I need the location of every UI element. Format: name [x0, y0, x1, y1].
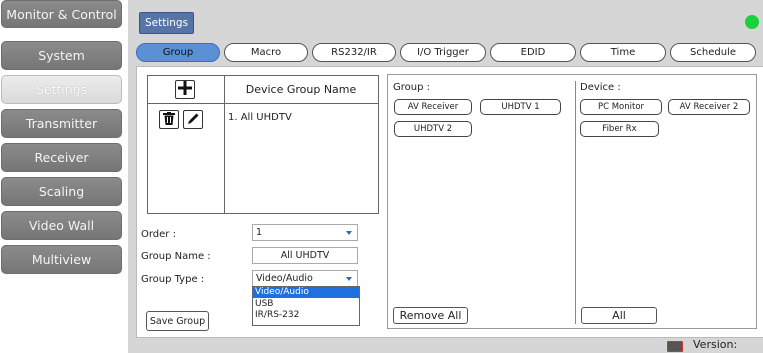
tab-rs232-ir[interactable]: RS232/IR [312, 43, 396, 62]
sidebar-item-label: Video Wall [28, 218, 95, 233]
dropdown-option-usb[interactable]: USB [253, 299, 359, 310]
edit-group-button[interactable] [183, 110, 203, 129]
order-label: Order : [141, 229, 176, 240]
version-label: Version: [693, 338, 738, 351]
sidebar: Monitor & Control System Settings Transm… [0, 0, 127, 353]
trash-icon [163, 111, 175, 128]
tab-edid[interactable]: EDID [490, 43, 576, 62]
group-settings-panel: Device Group Name 1. All UHDTV Order : 1… [136, 66, 763, 338]
tab-schedule[interactable]: Schedule [670, 43, 756, 62]
table-divider [148, 103, 378, 104]
device-chip-pc-monitor[interactable]: PC Monitor [580, 99, 662, 115]
tab-group[interactable]: Group [136, 43, 220, 62]
tab-time[interactable]: Time [580, 43, 666, 62]
add-all-button[interactable]: All [581, 307, 657, 324]
sidebar-item-label: Settings [35, 82, 88, 97]
group-name-field[interactable]: All UHDTV [252, 247, 358, 264]
keyboard-icon [667, 341, 683, 352]
list-item[interactable]: 1. All UHDTV [228, 112, 292, 123]
sidebar-item-receiver[interactable]: Receiver [1, 143, 122, 172]
group-table: Device Group Name 1. All UHDTV [147, 75, 379, 214]
group-chip-av-receiver[interactable]: AV Receiver [394, 99, 472, 115]
group-device-panel: Group : AV Receiver UHDTV 1 UHDTV 2 Remo… [387, 74, 757, 329]
device-panel-label: Device : [580, 82, 621, 93]
main-content: Settings Group Macro RS232/IR I/O Trigge… [128, 0, 763, 353]
sidebar-item-label: Monitor & Control [6, 6, 117, 22]
group-name-label: Group Name : [141, 251, 211, 262]
status-indicator [745, 15, 759, 29]
sidebar-item-video-wall[interactable]: Video Wall [1, 211, 122, 240]
dropdown-option-video-audio[interactable]: Video/Audio [253, 287, 359, 298]
header: Settings [128, 0, 763, 38]
plus-icon [178, 81, 192, 98]
pencil-icon [187, 112, 200, 128]
group-type-dropdown: Video/Audio USB IR/RS-232 [252, 286, 360, 326]
device-chip-fiber-rx[interactable]: Fiber Rx [580, 121, 659, 137]
column-header: Device Group Name [245, 83, 357, 96]
order-value: 1 [256, 227, 263, 238]
tab-io-trigger[interactable]: I/O Trigger [400, 43, 486, 62]
group-panel-label: Group : [393, 82, 430, 93]
sidebar-item-label: Multiview [31, 252, 92, 267]
panel-divider [575, 81, 576, 324]
sidebar-item-label: Transmitter [25, 116, 98, 131]
sidebar-item-system[interactable]: System [1, 41, 122, 70]
sidebar-item-transmitter[interactable]: Transmitter [1, 109, 122, 138]
device-chip-av-receiver-2[interactable]: AV Receiver 2 [668, 99, 750, 115]
save-group-button[interactable]: Save Group [146, 311, 209, 331]
sidebar-item-label: Scaling [38, 184, 85, 199]
sidebar-item-multiview[interactable]: Multiview [1, 245, 122, 274]
page-title: Settings [139, 12, 195, 34]
add-group-button[interactable] [175, 80, 195, 99]
group-chip-uhdtv-1[interactable]: UHDTV 1 [480, 99, 561, 115]
group-type-value: Video/Audio [256, 273, 313, 284]
group-name-value: All UHDTV [280, 250, 330, 261]
group-chip-uhdtv-2[interactable]: UHDTV 2 [394, 121, 472, 137]
sidebar-item-scaling[interactable]: Scaling [1, 177, 122, 206]
dropdown-option-ir-rs232[interactable]: IR/RS-232 [253, 310, 359, 321]
group-type-select[interactable]: Video/Audio [252, 270, 358, 287]
tab-bar: Group Macro RS232/IR I/O Trigger EDID Ti… [136, 43, 757, 63]
group-type-label: Group Type : [141, 274, 205, 285]
sidebar-item-label: System [38, 48, 85, 63]
chevron-down-icon [346, 231, 352, 235]
sidebar-item-monitor-control[interactable]: Monitor & Control [1, 0, 122, 28]
delete-group-button[interactable] [159, 110, 179, 129]
tab-macro[interactable]: Macro [224, 43, 308, 62]
remove-all-button[interactable]: Remove All [393, 307, 468, 324]
sidebar-item-label: Receiver [34, 150, 89, 165]
sidebar-item-settings[interactable]: Settings [1, 75, 122, 104]
chevron-down-icon [346, 277, 352, 281]
order-select[interactable]: 1 [252, 224, 358, 241]
